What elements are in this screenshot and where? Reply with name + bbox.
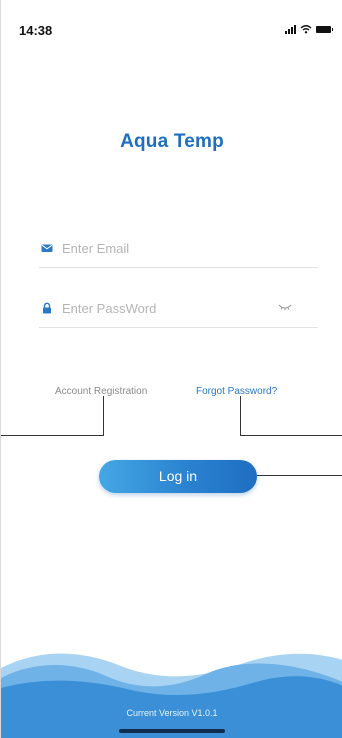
mail-icon: [41, 244, 53, 252]
callout-line: [103, 396, 104, 436]
version-label: Current Version V1.0.1: [126, 708, 218, 718]
callout-line: [240, 396, 241, 436]
login-screen: 14:38 Aqua Temp Account Regist: [0, 0, 342, 738]
app-title: Aqua Temp: [120, 131, 224, 152]
account-registration-link[interactable]: Account Registration: [55, 386, 147, 397]
password-input[interactable]: [62, 296, 282, 320]
callout-line: [1, 435, 104, 436]
password-field: [39, 288, 318, 328]
callout-line: [257, 475, 342, 476]
email-input[interactable]: [62, 236, 282, 260]
login-button[interactable]: Log in: [99, 460, 257, 493]
status-bar: 14:38: [1, 0, 342, 44]
wave-footer: [1, 653, 342, 738]
callout-line: [240, 435, 342, 436]
status-icons: [285, 24, 333, 34]
status-time: 14:38: [19, 23, 53, 38]
home-indicator: [119, 729, 225, 733]
email-field: [39, 228, 318, 268]
signal-icon: [285, 24, 296, 34]
battery-icon: [316, 25, 333, 33]
forgot-password-link[interactable]: Forgot Password?: [196, 386, 277, 397]
wifi-icon: [300, 25, 312, 34]
lock-icon: [43, 302, 51, 314]
eye-icon[interactable]: [278, 303, 292, 311]
